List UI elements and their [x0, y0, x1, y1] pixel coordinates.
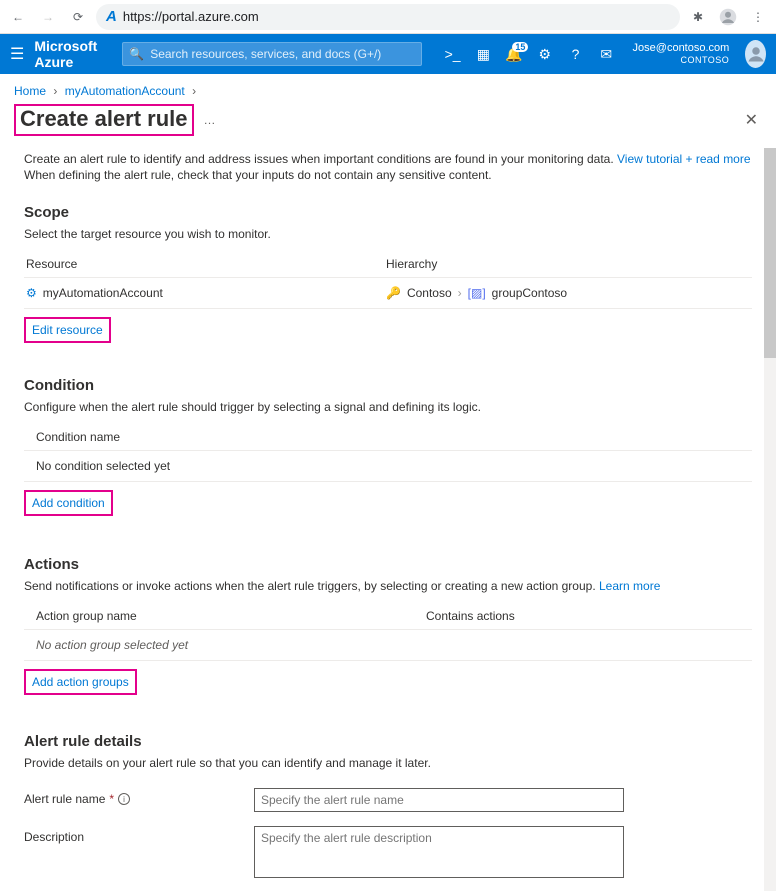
- details-heading: Alert rule details: [24, 733, 752, 750]
- search-placeholder: Search resources, services, and docs (G+…: [150, 47, 381, 61]
- col-condition-name: Condition name: [26, 430, 386, 444]
- notifications-icon[interactable]: 🔔15: [504, 46, 525, 63]
- browser-menu-icon[interactable]: ⋮: [746, 5, 770, 29]
- resource-name: myAutomationAccount: [43, 286, 163, 300]
- actions-heading: Actions: [24, 556, 752, 573]
- col-hierarchy: Hierarchy: [386, 257, 750, 271]
- tutorial-link[interactable]: View tutorial + read more: [617, 152, 751, 166]
- url-bar[interactable]: A https://portal.azure.com: [96, 4, 680, 30]
- condition-table-row: No condition selected yet: [24, 451, 752, 482]
- browser-profile-icon[interactable]: [716, 5, 740, 29]
- hierarchy-top: Contoso: [407, 286, 452, 300]
- condition-empty: No condition selected yet: [26, 459, 386, 473]
- breadcrumb: Home › myAutomationAccount ›: [0, 74, 776, 102]
- search-icon: 🔍: [129, 47, 144, 61]
- chevron-right-icon: ›: [53, 84, 57, 98]
- cloud-shell-icon[interactable]: >_: [442, 46, 463, 62]
- actions-table-row: No action group selected yet: [24, 630, 752, 661]
- back-icon[interactable]: ←: [6, 5, 30, 29]
- global-search[interactable]: 🔍 Search resources, services, and docs (…: [122, 42, 422, 66]
- main-content: Create an alert rule to identify and add…: [0, 148, 776, 891]
- user-org: CONTOSO: [633, 54, 730, 66]
- description-input[interactable]: [254, 826, 624, 878]
- close-icon[interactable]: ✕: [745, 110, 762, 130]
- azure-favicon-icon: A: [106, 8, 117, 25]
- resource-group-icon: [▨]: [468, 286, 486, 300]
- alert-name-input[interactable]: [254, 788, 624, 812]
- browser-chrome: ← → ⟳ A https://portal.azure.com ✱ ⋮: [0, 0, 776, 34]
- hamburger-icon[interactable]: ☰: [10, 44, 24, 64]
- scope-heading: Scope: [24, 204, 752, 221]
- page-title-highlight: Create alert rule: [14, 104, 194, 136]
- brand-label[interactable]: Microsoft Azure: [34, 38, 112, 70]
- learn-more-link[interactable]: Learn more: [599, 579, 660, 593]
- scrollbar-thumb[interactable]: [764, 148, 776, 358]
- key-icon: 🔑: [386, 286, 401, 300]
- azure-header: ☰ Microsoft Azure 🔍 Search resources, se…: [0, 34, 776, 74]
- avatar[interactable]: [745, 40, 766, 68]
- info-icon[interactable]: i: [118, 793, 130, 805]
- col-resource: Resource: [26, 257, 386, 271]
- alert-name-label: Alert rule name: [24, 792, 105, 806]
- directories-icon[interactable]: ▦: [473, 46, 494, 63]
- account-block[interactable]: Jose@contoso.com CONTOSO: [633, 42, 730, 66]
- intro-text: Create an alert rule to identify and add…: [24, 152, 752, 166]
- scope-table-head: Resource Hierarchy: [24, 251, 752, 278]
- breadcrumb-home[interactable]: Home: [14, 84, 46, 98]
- url-text: https://portal.azure.com: [123, 9, 259, 24]
- hierarchy-group: groupContoso: [492, 286, 567, 300]
- title-row: Create alert rule … ✕: [0, 102, 776, 148]
- more-icon[interactable]: …: [204, 113, 216, 127]
- description-label: Description: [24, 830, 84, 844]
- help-icon[interactable]: ?: [565, 46, 586, 62]
- condition-heading: Condition: [24, 377, 752, 394]
- add-action-groups-link[interactable]: Add action groups: [24, 669, 137, 695]
- intro-text-2: When defining the alert rule, check that…: [24, 168, 752, 182]
- settings-icon[interactable]: ⚙: [534, 46, 555, 63]
- scope-table-row: ⚙ myAutomationAccount 🔑 Contoso › [▨] gr…: [24, 278, 752, 309]
- actions-empty: No action group selected yet: [26, 638, 386, 652]
- extensions-icon[interactable]: ✱: [686, 5, 710, 29]
- page-title: Create alert rule: [20, 106, 188, 132]
- edit-resource-link[interactable]: Edit resource: [24, 317, 111, 343]
- condition-desc: Configure when the alert rule should tri…: [24, 400, 752, 414]
- details-desc: Provide details on your alert rule so th…: [24, 756, 752, 770]
- chevron-right-icon: ›: [458, 286, 462, 300]
- feedback-icon[interactable]: ✉: [596, 46, 617, 63]
- col-action-group: Action group name: [26, 609, 426, 623]
- notification-badge: 15: [512, 42, 528, 52]
- automation-icon: ⚙: [26, 286, 37, 300]
- col-contains-actions: Contains actions: [426, 609, 750, 623]
- scope-desc: Select the target resource you wish to m…: [24, 227, 752, 241]
- user-email: Jose@contoso.com: [633, 42, 730, 54]
- form-row-name: Alert rule name * i: [24, 788, 752, 812]
- form-row-description: Description: [24, 826, 752, 878]
- required-asterisk: *: [109, 792, 114, 806]
- breadcrumb-account[interactable]: myAutomationAccount: [65, 84, 185, 98]
- condition-table-head: Condition name: [24, 424, 752, 451]
- forward-icon[interactable]: →: [36, 5, 60, 29]
- chevron-right-icon: ›: [192, 84, 196, 98]
- actions-table-head: Action group name Contains actions: [24, 603, 752, 630]
- reload-icon[interactable]: ⟳: [66, 5, 90, 29]
- actions-desc: Send notifications or invoke actions whe…: [24, 579, 752, 593]
- add-condition-link[interactable]: Add condition: [24, 490, 113, 516]
